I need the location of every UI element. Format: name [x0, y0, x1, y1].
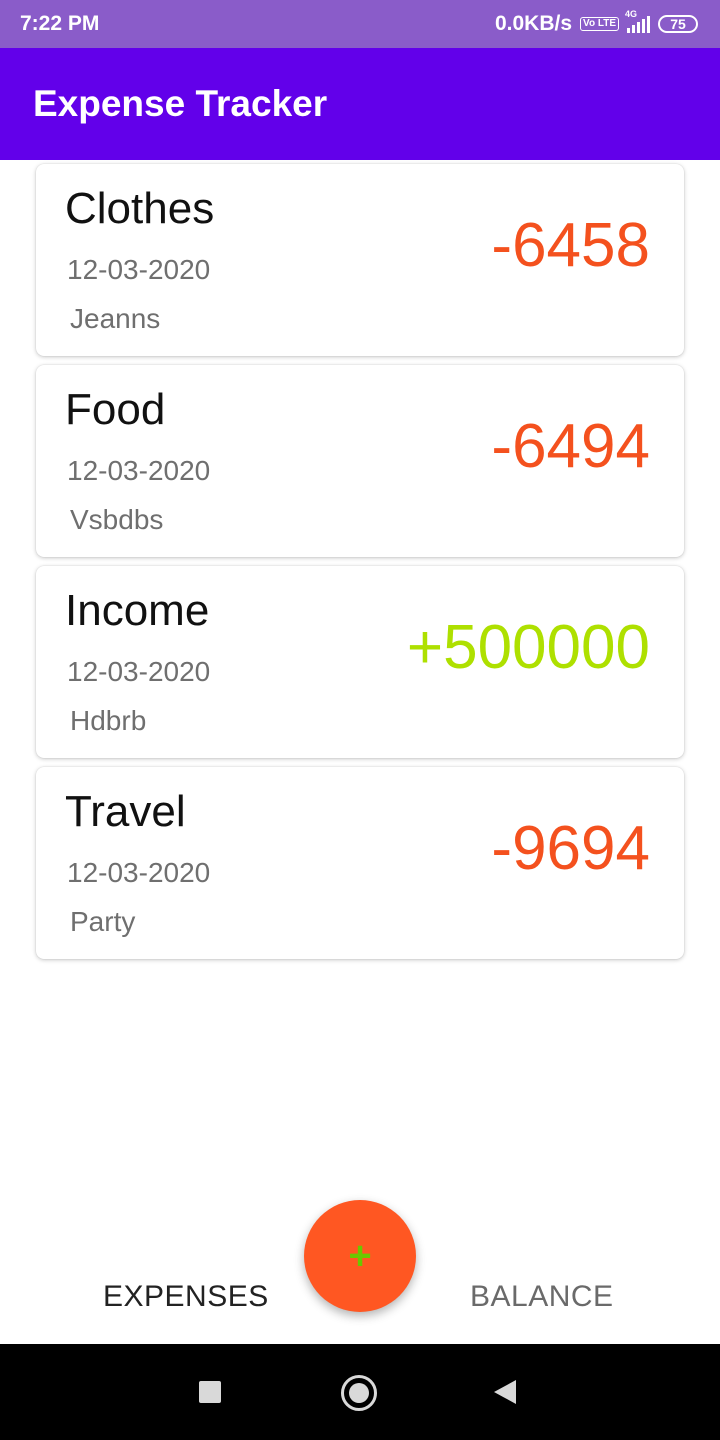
tab-expenses[interactable]: EXPENSES [103, 1280, 269, 1314]
transaction-date: 12-03-2020 [67, 857, 211, 888]
transaction-date: 12-03-2020 [67, 455, 211, 486]
transaction-card[interactable]: Food 12-03-2020 Vsbdbs -6494 [36, 365, 684, 557]
battery-level: 75 [670, 16, 686, 32]
volte-icon: Vo LTE [580, 17, 619, 31]
transaction-note: Jeanns [70, 303, 161, 334]
status-time: 7:22 PM [20, 12, 100, 35]
signal-icon: 4G [625, 9, 650, 33]
network-type: 4G [625, 9, 638, 19]
back-triangle-icon[interactable] [494, 1380, 516, 1404]
status-bar: 7:22 PM 0.0KB/s Vo LTE 4G 75 [0, 0, 720, 48]
transaction-note: Vsbdbs [70, 504, 164, 535]
battery-icon: 75 [658, 15, 698, 33]
transaction-note: Hdbrb [70, 705, 147, 736]
system-nav-bar [0, 1344, 720, 1440]
transaction-amount: -9694 [491, 814, 650, 883]
transaction-amount: -6494 [491, 412, 650, 481]
status-icons: 0.0KB/s Vo LTE 4G 75 [494, 9, 698, 36]
transaction-category: Income [65, 586, 210, 635]
transaction-category: Travel [65, 787, 186, 836]
transaction-date: 12-03-2020 [67, 656, 211, 687]
transaction-card[interactable]: Income 12-03-2020 Hdbrb +500000 [36, 566, 684, 758]
home-circle-icon[interactable] [341, 1375, 377, 1411]
recents-square-icon[interactable] [199, 1381, 221, 1403]
app-title: Expense Tracker [33, 83, 328, 124]
transaction-amount: -6458 [491, 211, 650, 280]
transaction-card[interactable]: Travel 12-03-2020 Party -9694 [36, 767, 684, 959]
network-speed: 0.0KB/s [494, 12, 573, 35]
plus-icon: + [348, 1233, 372, 1278]
transaction-note: Party [70, 906, 136, 937]
tab-balance[interactable]: BALANCE [470, 1280, 614, 1314]
transaction-amount: +500000 [406, 613, 650, 682]
transaction-date: 12-03-2020 [67, 254, 211, 285]
add-transaction-button[interactable]: + [304, 1200, 416, 1312]
transaction-category: Clothes [65, 184, 215, 233]
app-bar: Expense Tracker [0, 48, 720, 160]
transaction-category: Food [65, 385, 166, 434]
transaction-card[interactable]: Clothes 12-03-2020 Jeanns -6458 [36, 164, 684, 356]
